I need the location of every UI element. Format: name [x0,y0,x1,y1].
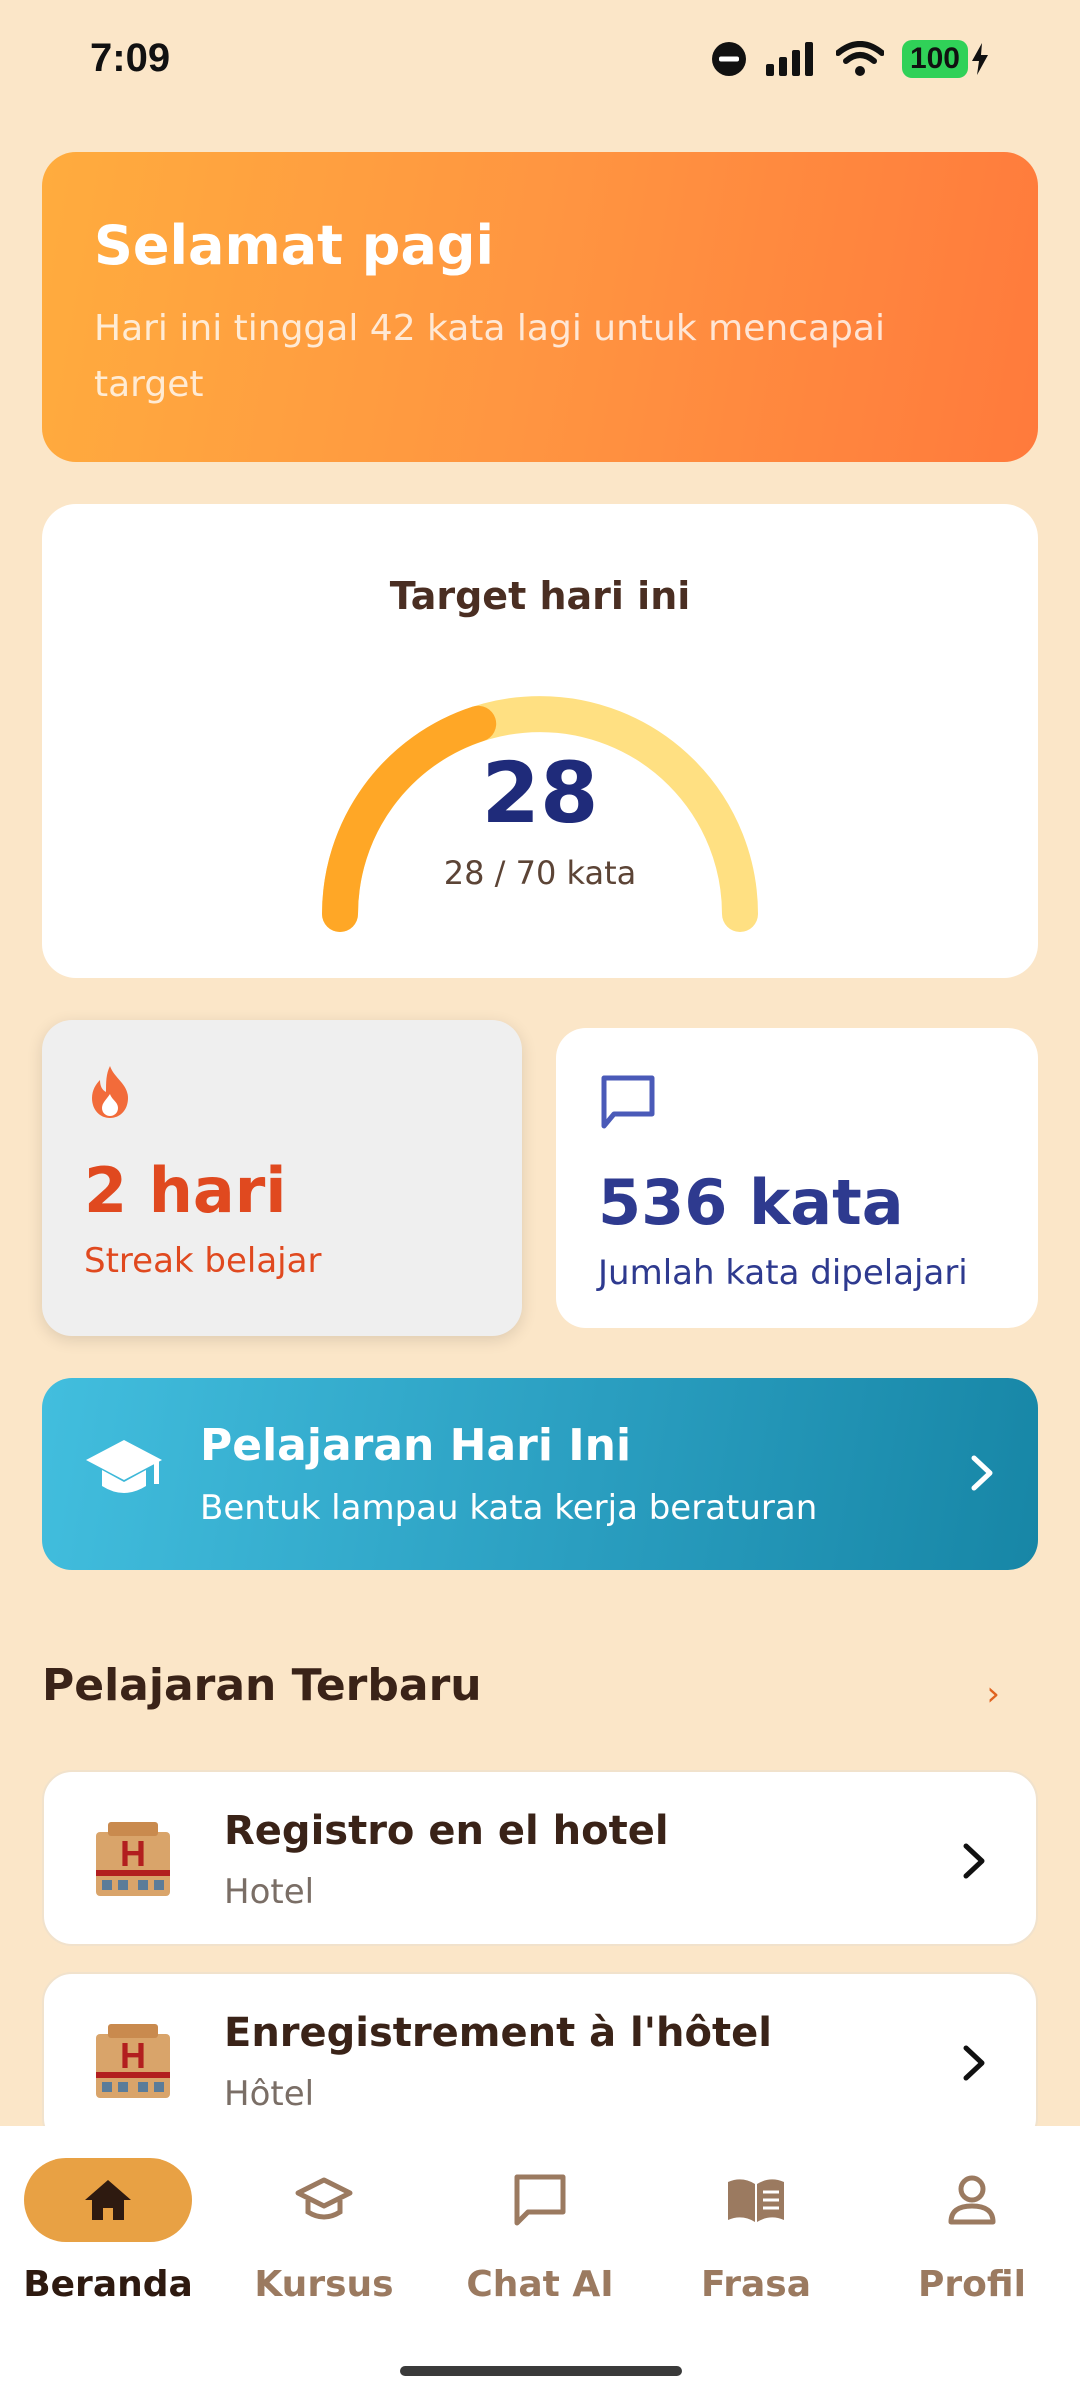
signal-icon [765,42,813,76]
home-indicator [400,2366,682,2376]
nav-label: Kursus [254,2264,394,2305]
battery-indicator: 100 [901,40,990,78]
words-value: 536 kata [598,1166,904,1239]
lesson-subtitle: Hotel [224,1872,315,1912]
status-icons: 100 [710,40,990,78]
streak-value: 2 hari [84,1154,287,1227]
nav-item-home[interactable]: Beranda [0,2158,216,2305]
status-bar: 7:09 100 [0,0,1080,120]
list-item[interactable]: H Registro en el hotel Hotel [42,1770,1038,1946]
streak-label: Streak belajar [84,1241,322,1281]
nav-pill [240,2158,408,2242]
target-caption: 28 / 70 kata [443,854,637,892]
chat-icon [514,2174,566,2226]
target-title: Target hari ini [389,574,691,618]
svg-text:H: H [120,2035,146,2076]
nav-label: Frasa [700,2264,812,2305]
target-value: 28 [481,744,599,842]
today-lesson-subtitle: Bentuk lampau kata kerja beraturan [200,1488,818,1528]
nav-item-courses[interactable]: Kursus [216,2158,432,2305]
lesson-subtitle: Hôtel [224,2074,315,2114]
hotel-emoji-icon: H [96,1822,170,1896]
bottom-navigation: Beranda Kursus Chat AI Frasa Profil [0,2126,1080,2400]
nav-item-phrases[interactable]: Frasa [648,2158,864,2305]
nav-item-chat-ai[interactable]: Chat AI [432,2158,648,2305]
chevron-right-icon [971,1455,993,1491]
greeting-banner: Selamat pagi Hari ini tinggal 42 kata la… [42,152,1038,462]
list-item[interactable]: H Enregistrement à l'hôtel Hôtel [42,1972,1038,2148]
school-icon [295,2177,353,2220]
recent-lessons-more-link[interactable]: › [986,1674,1000,1714]
words-learned-card[interactable]: 536 kata Jumlah kata dipelajari [556,1028,1038,1328]
wifi-icon [835,41,884,76]
chat-bubble-icon [601,1075,655,1129]
svg-text:H: H [120,1833,146,1874]
lesson-title: Enregistrement à l'hôtel [224,2010,772,2056]
nav-label: Chat AI [466,2264,614,2305]
hotel-emoji-icon: H [96,2024,170,2098]
person-icon [948,2175,996,2225]
lesson-title: Registro en el hotel [224,1808,669,1854]
daily-target-card: Target hari ini 28 28 / 70 kata [42,504,1038,978]
nav-pill [24,2158,192,2242]
recent-lessons-title: Pelajaran Terbaru [42,1660,482,1711]
today-lesson-title: Pelajaran Hari Ini [200,1420,632,1471]
status-time: 7:09 [90,36,171,80]
today-lesson-button[interactable]: Pelajaran Hari Ini Bentuk lampau kata ke… [42,1378,1038,1570]
chevron-right-icon [963,1843,985,1879]
nav-label: Beranda [23,2264,193,2305]
do-not-disturb-icon [711,42,746,76]
graduation-cap-icon [86,1440,162,1493]
nav-pill [888,2158,1056,2242]
fire-icon [92,1066,128,1118]
greeting-subtitle: Hari ini tinggal 42 kata lagi untuk menc… [94,308,885,405]
home-icon [85,2180,131,2220]
chevron-right-icon [963,2045,985,2081]
streak-card[interactable]: 2 hari Streak belajar [42,1020,522,1336]
battery-level: 100 [901,40,968,78]
book-icon [728,2179,784,2222]
nav-item-profile[interactable]: Profil [864,2158,1080,2305]
nav-pill [672,2158,840,2242]
nav-pill [456,2158,624,2242]
words-label: Jumlah kata dipelajari [598,1253,968,1293]
greeting-title: Selamat pagi [94,214,495,277]
nav-label: Profil [918,2264,1026,2305]
charging-bolt-icon [972,43,988,75]
